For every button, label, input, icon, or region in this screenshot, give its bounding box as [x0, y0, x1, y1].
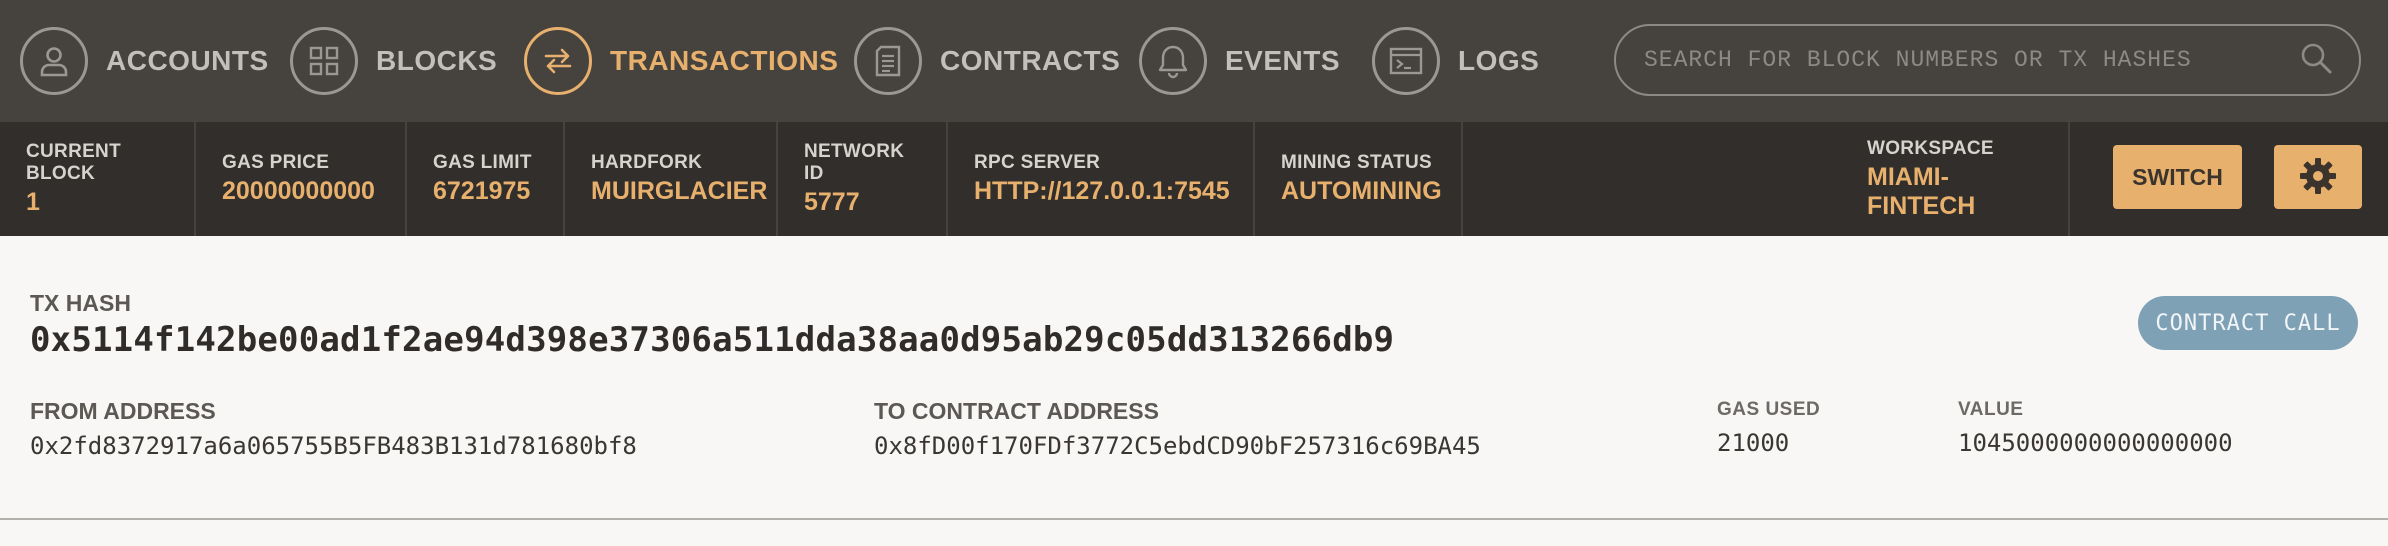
from-address-label: FROM ADDRESS: [30, 398, 216, 424]
workspace-name: MIAMI-FINTECH: [1867, 162, 1976, 220]
stat-label: RPC SERVER: [974, 152, 1101, 173]
gas-used-value: 21000: [1717, 429, 1790, 457]
switch-workspace-button[interactable]: SWITCH: [2113, 145, 2242, 209]
user-icon: [20, 27, 88, 95]
workspace-info: WORKSPACE MIAMI-FINTECH: [1840, 122, 2070, 236]
stat-value: AUTOMINING: [1281, 177, 1442, 205]
nav-blocks[interactable]: BLOCKS: [290, 0, 497, 122]
stat-mining-status: MINING STATUS AUTOMINING: [1255, 122, 1463, 236]
stat-gas-limit: GAS LIMIT 6721975: [407, 122, 565, 236]
stat-hardfork: HARDFORK MUIRGLACIER: [565, 122, 778, 236]
stat-value: 1: [26, 188, 40, 216]
bell-icon: [1139, 27, 1207, 95]
tx-hash: 0x5114f142be00ad1f2ae94d398e37306a511dda…: [30, 320, 1395, 360]
nav-accounts[interactable]: ACCOUNTS: [20, 0, 269, 122]
terminal-icon: [1372, 27, 1440, 95]
nav-transactions[interactable]: TRANSACTIONS: [524, 0, 838, 122]
nav-logs[interactable]: LOGS: [1372, 0, 1539, 122]
stat-value: 20000000000: [222, 177, 375, 205]
value-label: VALUE: [1958, 399, 2024, 420]
stat-label: GAS LIMIT: [433, 152, 532, 173]
stat-value: 5777: [804, 188, 860, 216]
tx-type-badge: CONTRACT CALL: [2138, 296, 2358, 350]
search-bar[interactable]: [1614, 24, 2361, 96]
stat-rpc-server: RPC SERVER HTTP://127.0.0.1:7545: [948, 122, 1255, 236]
nav-label-accounts: ACCOUNTS: [106, 45, 269, 76]
gas-used-label: GAS USED: [1717, 399, 1821, 420]
nav-label-transactions: TRANSACTIONS: [610, 45, 839, 76]
ganache-app: ACCOUNTS BLOCKS TRANSACTIONS CONTRACTS E: [0, 0, 2388, 546]
settings-button[interactable]: [2274, 145, 2362, 209]
nav-events[interactable]: EVENTS: [1139, 0, 1340, 122]
gear-icon: [2298, 156, 2338, 199]
search-input[interactable]: [1642, 46, 2299, 74]
stat-value: MUIRGLACIER: [591, 177, 768, 205]
stat-gas-price: GAS PRICE 20000000000: [196, 122, 407, 236]
nav-label-blocks: BLOCKS: [376, 45, 498, 76]
nav-label-events: EVENTS: [1225, 45, 1341, 76]
stat-label: HARDFORK: [591, 152, 703, 173]
stat-label: NETWORK ID: [804, 141, 905, 184]
grid-icon: [290, 27, 358, 95]
to-contract-address-label: TO CONTRACT ADDRESS: [874, 398, 1159, 424]
status-bar: CURRENT BLOCK 1 GAS PRICE 20000000000 GA…: [0, 122, 2388, 236]
tx-hash-label: TX HASH: [30, 290, 131, 316]
top-nav: ACCOUNTS BLOCKS TRANSACTIONS CONTRACTS E: [0, 0, 2388, 122]
to-contract-address: 0x8fD00f170FDf3772C5ebdCD90bF257316c69BA…: [874, 432, 1481, 460]
stat-value: 6721975: [433, 177, 531, 205]
stat-current-block: CURRENT BLOCK 1: [0, 122, 196, 236]
stat-label: CURRENT BLOCK: [26, 141, 121, 184]
nav-label-logs: LOGS: [1458, 45, 1540, 76]
value-amount: 1045000000000000000: [1958, 429, 2233, 457]
stat-label: MINING STATUS: [1281, 152, 1432, 173]
row-divider: [0, 518, 2388, 520]
nav-label-contracts: CONTRACTS: [940, 45, 1121, 76]
stat-network-id: NETWORK ID 5777: [778, 122, 948, 236]
stat-label: GAS PRICE: [222, 152, 330, 173]
swap-icon: [524, 27, 592, 95]
search-icon[interactable]: [2299, 41, 2333, 80]
transaction-detail: TX HASH 0x5114f142be00ad1f2ae94d398e3730…: [0, 236, 2388, 518]
document-icon: [854, 27, 922, 95]
from-address: 0x2fd8372917a6a065755B5FB483B131d781680b…: [30, 432, 637, 460]
nav-contracts[interactable]: CONTRACTS: [854, 0, 1120, 122]
stat-value: HTTP://127.0.0.1:7545: [974, 177, 1230, 205]
workspace-label: WORKSPACE: [1867, 137, 1994, 159]
